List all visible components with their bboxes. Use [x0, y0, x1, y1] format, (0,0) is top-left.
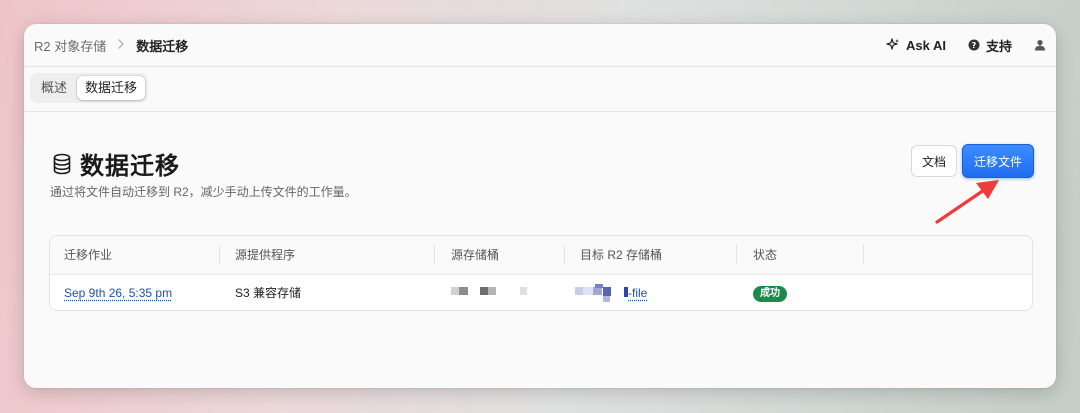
chevron-right-icon — [117, 38, 125, 52]
column-divider — [219, 245, 220, 265]
user-icon — [1035, 40, 1045, 51]
top-actions: Ask AI ? 支持 — [864, 36, 1046, 55]
column-header-job: 迁移作业 — [64, 248, 113, 262]
tab-bar: 概述 数据迁移 — [24, 67, 1056, 112]
column-header-provider: 源提供程序 — [235, 248, 296, 262]
help-circle-icon: ? — [968, 39, 980, 51]
tab-group: 概述 数据迁移 — [30, 73, 149, 103]
tab-data-migration[interactable]: 数据迁移 — [77, 76, 146, 100]
provider-cell: S3 兼容存储 — [235, 286, 302, 300]
status-badge: 成功 — [753, 286, 787, 302]
support-button[interactable]: ? 支持 — [968, 36, 1012, 55]
table-header: 迁移作业 源提供程序 源存储桶 目标 R2 存储桶 状态 — [50, 236, 1032, 275]
top-bar: R2 对象存储 数据迁移 Ask AI ? 支持 — [24, 24, 1056, 67]
breadcrumb-current: 数据迁移 — [136, 38, 189, 54]
app-window: R2 对象存储 数据迁移 Ask AI ? 支持 概述 数据迁移 数据迁移 通过… — [24, 24, 1056, 388]
support-label: 支持 — [985, 38, 1012, 54]
page-heading: 数据迁移 — [52, 146, 180, 181]
column-header-status: 状态 — [753, 248, 778, 262]
page-description: 通过将文件自动迁移到 R2，减少手动上传文件的工作量。 — [50, 185, 357, 199]
breadcrumb: R2 对象存储 数据迁移 — [34, 36, 188, 55]
job-link[interactable]: Sep 9th 26, 5:35 pm — [64, 275, 172, 310]
page-title: 数据迁移 — [80, 153, 180, 180]
migration-jobs-table: 迁移作业 源提供程序 源存储桶 目标 R2 存储桶 状态 Sep 9th 26,… — [49, 235, 1033, 311]
column-header-source-bucket: 源存储桶 — [451, 248, 500, 262]
column-divider — [863, 245, 864, 265]
svg-text:?: ? — [972, 41, 977, 50]
column-divider — [564, 245, 565, 265]
sparkle-icon — [886, 38, 899, 50]
ask-ai-label: Ask AI — [906, 37, 946, 53]
user-menu-button[interactable] — [1034, 39, 1046, 51]
column-divider — [434, 245, 435, 265]
target-bucket-suffix[interactable]: -file — [628, 275, 647, 310]
migrate-files-button[interactable]: 迁移文件 — [962, 144, 1034, 178]
column-divider — [736, 245, 737, 265]
tab-overview[interactable]: 概述 — [33, 76, 75, 100]
column-header-target-bucket: 目标 R2 存储桶 — [580, 248, 663, 262]
docs-button[interactable]: 文档 — [911, 145, 957, 177]
database-icon — [53, 153, 71, 174]
annotation-arrow-icon — [935, 180, 999, 224]
breadcrumb-parent[interactable]: R2 对象存储 — [34, 36, 106, 55]
table-row[interactable]: Sep 9th 26, 5:35 pm S3 兼容存储 -file 成功 — [50, 275, 1032, 310]
ask-ai-button[interactable]: Ask AI — [886, 38, 946, 53]
